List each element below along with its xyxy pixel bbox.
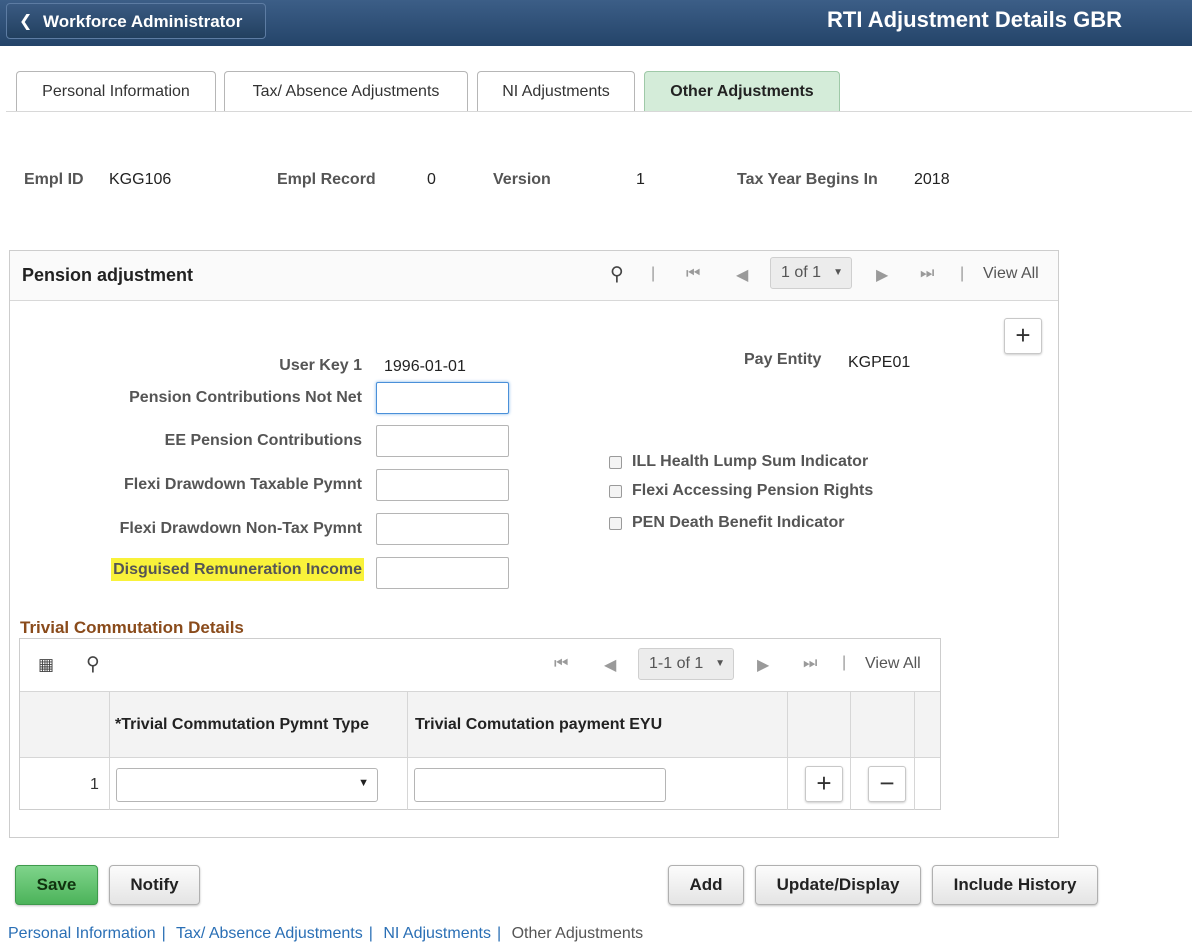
version-value: 1 — [636, 171, 645, 188]
bottom-tab-links: Personal Information | Tax/ Absence Adjus… — [8, 925, 649, 943]
previous-page-icon[interactable]: ◀ — [604, 655, 616, 675]
top-bar: ❮ Workforce Administrator RTI Adjustment… — [0, 0, 1192, 46]
trivial-commutation-grid: ▦ ⚲ ⏮ ◀ 1-1 of 1 ▼ ▶ ⏭ | View All *Trivi… — [19, 638, 941, 810]
separator: | — [960, 265, 965, 282]
flexi-drawdown-non-tax-input[interactable] — [376, 513, 509, 545]
row-number: 1 — [90, 776, 99, 793]
last-page-icon[interactable]: ⏭ — [920, 265, 934, 283]
chevron-down-icon: ▼ — [715, 658, 725, 669]
pager-label: 1-1 of 1 — [649, 655, 704, 672]
empl-record-label: Empl Record — [277, 171, 376, 188]
tab-divider — [6, 111, 1192, 112]
separator: | — [496, 925, 502, 942]
pension-grid-header: Pension adjustment ⚲ | ⏮ ◀ 1 of 1 ▼ ▶ ⏭ … — [10, 251, 1058, 301]
pen-death-benefit-label: PEN Death Benefit Indicator — [632, 514, 845, 531]
link-tax-absence-adjustments[interactable]: Tax/ Absence Adjustments — [176, 925, 363, 942]
tab-tax-absence-adjustments[interactable]: Tax/ Absence Adjustments — [224, 71, 468, 111]
separator: | — [842, 654, 847, 671]
flexi-drawdown-non-tax-label: Flexi Drawdown Non-Tax Pymnt — [119, 520, 362, 537]
delete-row-button[interactable]: − — [868, 766, 906, 802]
flexi-drawdown-taxable-label: Flexi Drawdown Taxable Pymnt — [124, 476, 362, 493]
highlighted-label-text: Disguised Remuneration Income — [111, 558, 364, 581]
add-button[interactable]: Add — [668, 865, 744, 905]
separator: | — [651, 265, 656, 282]
column-header-payment-eyu: Trivial Comutation payment EYU — [415, 716, 663, 733]
ill-health-lump-sum-checkbox[interactable] — [609, 456, 622, 469]
view-all-link[interactable]: View All — [983, 265, 1039, 283]
separator: | — [368, 925, 373, 942]
notify-button[interactable]: Notify — [109, 865, 200, 905]
pay-entity-label: Pay Entity — [744, 351, 822, 368]
link-personal-information[interactable]: Personal Information — [8, 925, 156, 942]
pay-entity-value: KGPE01 — [848, 354, 911, 371]
pager-dropdown[interactable]: 1 of 1 ▼ — [770, 257, 852, 289]
page-title: RTI Adjustment Details GBR — [827, 7, 1122, 32]
first-page-icon[interactable]: ⏮ — [554, 655, 568, 673]
disguised-remuneration-input[interactable] — [376, 557, 509, 589]
user-key-value: 1996-01-01 — [384, 358, 466, 375]
empl-id-value: KGG106 — [109, 171, 172, 188]
pager-label: 1 of 1 — [781, 264, 822, 281]
column-divider — [787, 692, 788, 810]
flexi-accessing-pension-checkbox[interactable] — [609, 485, 622, 498]
flexi-accessing-pension-label: Flexi Accessing Pension Rights — [632, 482, 874, 499]
pension-contributions-not-net-label: Pension Contributions Not Net — [129, 389, 362, 406]
trivial-grid-toolbar: ▦ ⚲ ⏮ ◀ 1-1 of 1 ▼ ▶ ⏭ | View All — [20, 639, 940, 692]
last-page-icon[interactable]: ⏭ — [803, 655, 817, 673]
update-display-button[interactable]: Update/Display — [755, 865, 921, 905]
search-icon[interactable]: ⚲ — [610, 263, 624, 286]
link-ni-adjustments[interactable]: NI Adjustments — [383, 925, 491, 942]
include-history-button[interactable]: Include History — [932, 865, 1098, 905]
separator: | — [161, 925, 166, 942]
pension-contributions-not-net-input[interactable] — [376, 382, 509, 414]
user-key-label: User Key 1 — [279, 357, 362, 374]
previous-page-icon[interactable]: ◀ — [736, 265, 748, 285]
flexi-drawdown-taxable-input[interactable] — [376, 469, 509, 501]
column-divider — [109, 692, 110, 810]
personalize-grid-icon[interactable]: ▦ — [38, 655, 54, 675]
tab-other-adjustments[interactable]: Other Adjustments — [644, 71, 840, 111]
next-page-icon[interactable]: ▶ — [757, 655, 769, 675]
version-label: Version — [493, 171, 551, 188]
payment-eyu-input[interactable] — [414, 768, 666, 802]
pymnt-type-select[interactable]: ▼ — [116, 768, 378, 802]
chevron-down-icon: ▼ — [833, 267, 843, 278]
ee-pension-contributions-input[interactable] — [376, 425, 509, 457]
first-page-icon[interactable]: ⏮ — [686, 265, 700, 283]
empl-record-value: 0 — [427, 171, 436, 188]
chevron-left-icon: ❮ — [19, 13, 33, 30]
save-button[interactable]: Save — [15, 865, 98, 905]
column-divider — [407, 692, 408, 810]
column-header-pymnt-type: *Trivial Commutation Pymnt Type — [115, 716, 369, 733]
add-row-button[interactable]: + — [1004, 318, 1042, 354]
back-button-label: Workforce Administrator — [43, 12, 243, 31]
pension-grid-title: Pension adjustment — [22, 265, 194, 285]
next-page-icon[interactable]: ▶ — [876, 265, 888, 285]
column-divider — [850, 692, 851, 810]
back-button[interactable]: ❮ Workforce Administrator — [6, 3, 266, 39]
search-icon[interactable]: ⚲ — [86, 653, 100, 676]
pager-dropdown[interactable]: 1-1 of 1 ▼ — [638, 648, 734, 680]
disguised-remuneration-label: Disguised Remuneration Income — [111, 558, 364, 581]
tax-year-label: Tax Year Begins In — [737, 171, 878, 188]
tab-ni-adjustments[interactable]: NI Adjustments — [477, 71, 635, 111]
current-page-label: Other Adjustments — [511, 925, 644, 942]
chevron-down-icon: ▼ — [358, 777, 369, 789]
trivial-commutation-title: Trivial Commutation Details — [20, 618, 244, 637]
ee-pension-contributions-label: EE Pension Contributions — [164, 432, 362, 449]
tab-personal-information[interactable]: Personal Information — [16, 71, 216, 111]
trivial-table-header: *Trivial Commutation Pymnt Type Trivial … — [20, 692, 940, 758]
tax-year-value: 2018 — [914, 171, 950, 188]
empl-id-label: Empl ID — [24, 171, 84, 188]
pen-death-benefit-checkbox[interactable] — [609, 517, 622, 530]
view-all-link[interactable]: View All — [865, 655, 921, 673]
add-row-button[interactable]: + — [805, 766, 843, 802]
column-divider — [914, 692, 915, 810]
ill-health-lump-sum-label: ILL Health Lump Sum Indicator — [632, 453, 869, 470]
